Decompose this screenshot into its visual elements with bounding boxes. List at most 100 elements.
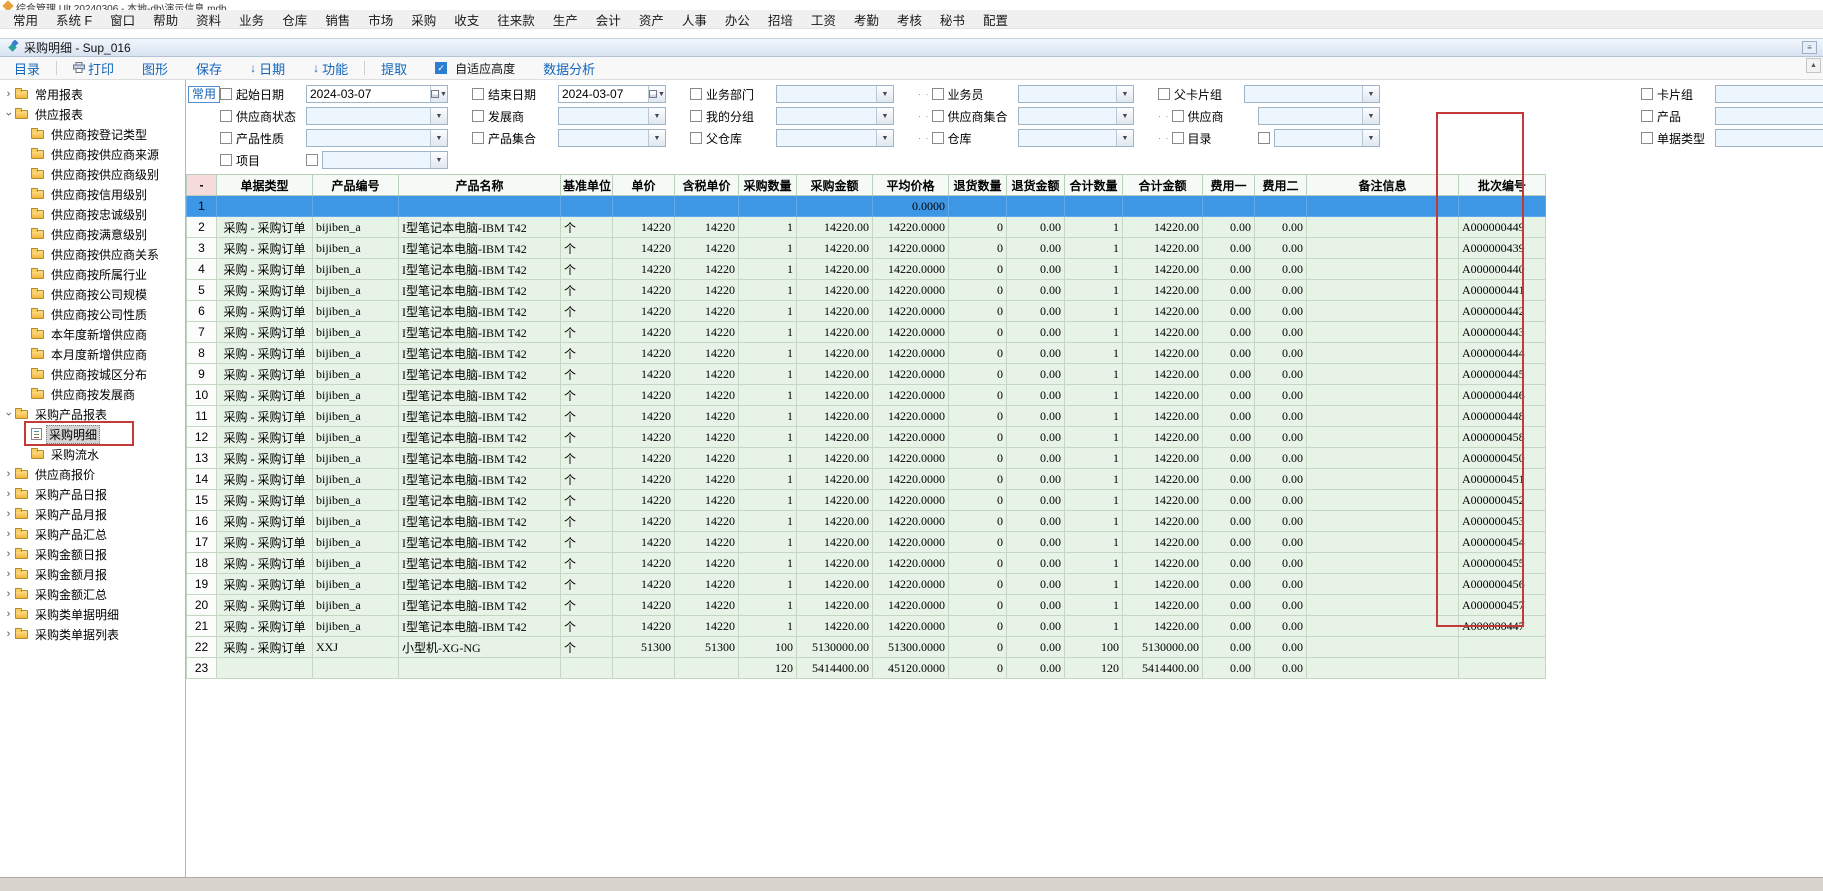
- sidebar-item[interactable]: 本年度新增供应商: [0, 324, 185, 344]
- table-row[interactable]: 3采购 - 采购订单bijiben_aI型笔记本电脑-IBM T42个14220…: [187, 238, 1546, 259]
- chevron-right-icon[interactable]: ›: [2, 468, 15, 480]
- filter-checkbox[interactable]: [472, 132, 484, 144]
- table-row[interactable]: 2采购 - 采购订单bijiben_aI型笔记本电脑-IBM T42个14220…: [187, 217, 1546, 238]
- chevron-right-icon[interactable]: ›: [2, 488, 15, 500]
- data-analysis-button[interactable]: 数据分析: [543, 59, 595, 78]
- table-row[interactable]: 231205414400.0045120.000000.001205414400…: [187, 658, 1546, 679]
- menu-item[interactable]: 采购: [402, 10, 445, 29]
- menu-item[interactable]: 秘书: [931, 10, 974, 29]
- menu-item[interactable]: 窗口: [101, 10, 144, 29]
- select-input[interactable]: ▼: [1244, 85, 1380, 103]
- menu-item[interactable]: 常用: [4, 10, 47, 29]
- table-row[interactable]: 20采购 - 采购订单bijiben_aI型笔记本电脑-IBM T42个1422…: [187, 595, 1546, 616]
- filter-checkbox[interactable]: [472, 88, 484, 100]
- filter-checkbox[interactable]: [1172, 132, 1184, 144]
- select-dropdown-button[interactable]: ▼: [1362, 130, 1379, 146]
- table-row[interactable]: 15采购 - 采购订单bijiben_aI型笔记本电脑-IBM T42个1422…: [187, 490, 1546, 511]
- menu-item[interactable]: 人事: [673, 10, 716, 29]
- column-header-total_amount[interactable]: 合计金额: [1123, 175, 1203, 196]
- sidebar-item[interactable]: 采购明细: [0, 424, 185, 444]
- column-header-note[interactable]: 备注信息: [1307, 175, 1459, 196]
- select-input[interactable]: ▼: [776, 85, 894, 103]
- select-input[interactable]: ▼: [558, 107, 666, 125]
- select-dropdown-button[interactable]: ▼: [648, 108, 665, 124]
- chevron-right-icon[interactable]: ›: [2, 88, 15, 100]
- sidebar-item[interactable]: ›供应商报价: [0, 464, 185, 484]
- sidebar-item[interactable]: 供应商按所属行业: [0, 264, 185, 284]
- sidebar-item[interactable]: ›采购产品日报: [0, 484, 185, 504]
- select-dropdown-button[interactable]: ▼: [430, 108, 447, 124]
- table-row[interactable]: 17采购 - 采购订单bijiben_aI型笔记本电脑-IBM T42个1422…: [187, 532, 1546, 553]
- chevron-right-icon[interactable]: ›: [2, 508, 15, 520]
- menu-item[interactable]: 收支: [445, 10, 488, 29]
- sidebar-item[interactable]: ›采购产品月报: [0, 504, 185, 524]
- tab-common[interactable]: 常用: [188, 86, 220, 103]
- select-dropdown-button[interactable]: ▼: [1362, 86, 1379, 102]
- table-row[interactable]: 13采购 - 采购订单bijiben_aI型笔记本电脑-IBM T42个1422…: [187, 448, 1546, 469]
- menu-item[interactable]: 会计: [587, 10, 630, 29]
- chevron-right-icon[interactable]: ›: [2, 628, 15, 640]
- filter-checkbox[interactable]: [220, 132, 232, 144]
- chevron-right-icon[interactable]: ›: [2, 528, 15, 540]
- table-row[interactable]: 22采购 - 采购订单XXJ小型机-XG-NG个5130051300100513…: [187, 637, 1546, 658]
- chevron-right-icon[interactable]: ›: [2, 568, 15, 580]
- filter-checkbox[interactable]: [220, 88, 232, 100]
- sidebar-item[interactable]: 供应商按忠诚级别: [0, 204, 185, 224]
- chevron-right-icon[interactable]: ›: [2, 548, 15, 560]
- sidebar-item[interactable]: 本月度新增供应商: [0, 344, 185, 364]
- select-dropdown-button[interactable]: ▼: [648, 130, 665, 146]
- menu-item[interactable]: 市场: [359, 10, 402, 29]
- menu-item[interactable]: 帮助: [144, 10, 187, 29]
- sidebar-item[interactable]: 供应商按登记类型: [0, 124, 185, 144]
- filter-extra-checkbox[interactable]: [1258, 132, 1270, 144]
- select-input[interactable]: ▼: [1258, 107, 1381, 125]
- calendar-dropdown-button[interactable]: ▼: [648, 86, 665, 102]
- menu-item[interactable]: 办公: [716, 10, 759, 29]
- select-dropdown-button[interactable]: ▼: [430, 152, 447, 168]
- text-input[interactable]: [1715, 129, 1823, 147]
- select-dropdown-button[interactable]: ▼: [1116, 86, 1133, 102]
- menu-item[interactable]: 考核: [888, 10, 931, 29]
- select-dropdown-button[interactable]: ▼: [1362, 108, 1379, 124]
- auto-height-checkbox[interactable]: ✓ 自适应高度: [435, 60, 515, 77]
- filter-checkbox[interactable]: [220, 154, 232, 166]
- table-row[interactable]: 16采购 - 采购订单bijiben_aI型笔记本电脑-IBM T42个1422…: [187, 511, 1546, 532]
- column-header-doc_type[interactable]: 单据类型: [217, 175, 313, 196]
- sidebar-item[interactable]: ›采购金额汇总: [0, 584, 185, 604]
- function-menu-button[interactable]: ↓ 功能: [313, 59, 348, 78]
- table-row[interactable]: 12采购 - 采购订单bijiben_aI型笔记本电脑-IBM T42个1422…: [187, 427, 1546, 448]
- filter-checkbox[interactable]: [932, 88, 944, 100]
- date-menu-button[interactable]: ↓ 日期: [250, 59, 285, 78]
- filter-checkbox[interactable]: [220, 110, 232, 122]
- column-header-total_qty[interactable]: 合计数量: [1065, 175, 1123, 196]
- filter-checkbox[interactable]: [690, 88, 702, 100]
- table-row[interactable]: 5采购 - 采购订单bijiben_aI型笔记本电脑-IBM T42个14220…: [187, 280, 1546, 301]
- table-row[interactable]: 4采购 - 采购订单bijiben_aI型笔记本电脑-IBM T42个14220…: [187, 259, 1546, 280]
- column-header-base_unit[interactable]: 基准单位: [561, 175, 613, 196]
- sidebar-item[interactable]: 供应商按发展商: [0, 384, 185, 404]
- sidebar-item[interactable]: 供应商按满意级别: [0, 224, 185, 244]
- select-input[interactable]: ▼: [322, 151, 448, 169]
- column-header-avg_price[interactable]: 平均价格: [873, 175, 949, 196]
- select-dropdown-button[interactable]: ▼: [876, 130, 893, 146]
- menu-item[interactable]: 考勤: [845, 10, 888, 29]
- sidebar-item[interactable]: ›采购产品汇总: [0, 524, 185, 544]
- filter-extra-checkbox[interactable]: [306, 154, 318, 166]
- sidebar-item[interactable]: ›采购类单据明细: [0, 604, 185, 624]
- chevron-right-icon[interactable]: ›: [2, 588, 15, 600]
- select-dropdown-button[interactable]: ▼: [430, 130, 447, 146]
- column-header-fee1[interactable]: 费用一: [1203, 175, 1255, 196]
- select-dropdown-button[interactable]: ▼: [876, 108, 893, 124]
- menu-item[interactable]: 系统 F: [47, 10, 101, 29]
- select-input[interactable]: ▼: [1018, 129, 1135, 147]
- filter-checkbox[interactable]: [1641, 110, 1653, 122]
- filter-checkbox[interactable]: [690, 132, 702, 144]
- sidebar-item[interactable]: 供应商按供应商来源: [0, 144, 185, 164]
- tab-menu-button[interactable]: ≡: [1802, 41, 1817, 54]
- filter-checkbox[interactable]: [1641, 132, 1653, 144]
- select-dropdown-button[interactable]: ▼: [1116, 130, 1133, 146]
- sidebar-item[interactable]: 供应商按供应商级别: [0, 164, 185, 184]
- column-header-product_name[interactable]: 产品名称: [399, 175, 561, 196]
- select-input[interactable]: ▼: [306, 107, 448, 125]
- print-button[interactable]: 打印: [73, 59, 114, 78]
